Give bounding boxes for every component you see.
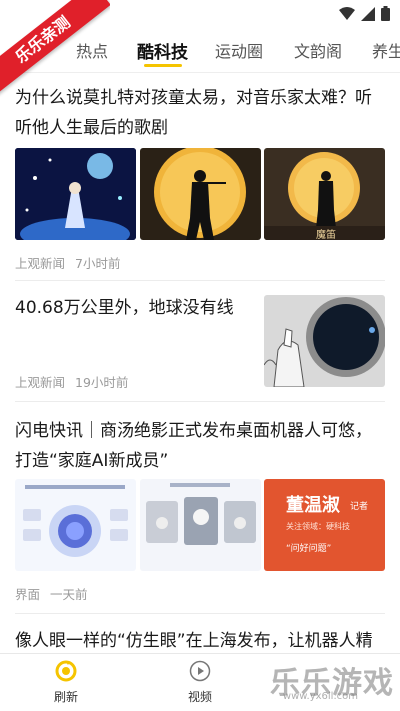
article-source: 界面 [15,587,41,602]
article-time: 19小时前 [75,375,129,390]
site-watermark-url: www.yx6ll.com [282,691,358,702]
nav-refresh[interactable]: 刷新 [36,660,96,705]
article-card[interactable]: 像人眼一样的“仿生眼”在上海发布，让机器人精 [15,626,385,653]
tab-cool-tech[interactable]: 酷科技 [137,38,188,63]
article-divider [15,280,385,281]
article-title[interactable]: 40.68万公里外，地球没有线 [15,293,255,323]
reporter-name: 董温淑 [286,495,340,516]
article-meta: 上观新闻 19小时前 [15,372,128,391]
tab-sports[interactable]: 运动圈 [215,38,263,62]
astronaut-helmet-image[interactable] [264,295,385,387]
robot-photos-image[interactable] [140,479,261,571]
article-card[interactable]: 为什么说莫扎特对孩童太易，对音乐家太难？听听他人生最后的歌剧 [15,83,385,143]
article-divider [15,613,385,614]
status-bar [0,0,400,28]
signal-icon [361,6,375,21]
category-tabs: 热点 酷科技 运动圈 文韵阁 养生 [0,28,400,72]
battery-icon [381,6,390,21]
reporter-card-image[interactable]: 董温淑 记者 关注领域：硬科技 “问好问题” [264,479,385,571]
magic-flute-poster-image[interactable]: 魔笛 [264,148,385,240]
tab-health[interactable]: 养生 [372,38,400,62]
article-divider [15,401,385,402]
article-source: 上观新闻 [15,256,66,271]
reporter-button: “问好问题” [286,544,332,554]
play-icon [189,660,211,682]
article-time: 7小时前 [75,256,121,271]
reporter-field: 关注领域：硬科技 [286,522,350,531]
opera-stage-image[interactable] [15,148,136,240]
flute-player-moon-image[interactable] [140,148,261,240]
news-feed[interactable]: 为什么说莫扎特对孩童太易，对音乐家太难？听听他人生最后的歌剧 魔笛 上观新闻 7… [0,73,400,653]
robot-diagram-image[interactable] [15,479,136,571]
article-title[interactable]: 闪电快讯｜商汤绝影正式发布桌面机器人可悠，打造“家庭AI新成员” [15,416,385,476]
status-icons [339,6,390,21]
nav-video-label: 视频 [187,690,212,704]
refresh-icon [55,660,77,682]
nav-video[interactable]: 视频 [170,660,230,705]
wifi-icon [339,6,355,20]
article-card[interactable]: 40.68万公里外，地球没有线 [15,293,255,323]
article-meta: 上观新闻 7小时前 [15,253,120,272]
active-tab-indicator [144,64,182,67]
tab-culture[interactable]: 文韵阁 [294,38,342,62]
article-time: 一天前 [50,587,88,602]
reporter-role: 记者 [350,502,369,512]
article-meta: 界面 一天前 [15,584,88,603]
article-title[interactable]: 为什么说莫扎特对孩童太易，对音乐家太难？听听他人生最后的歌剧 [15,83,385,143]
image-caption: 魔笛 [316,230,336,240]
article-source: 上观新闻 [15,375,66,390]
article-title[interactable]: 像人眼一样的“仿生眼”在上海发布，让机器人精 [15,626,385,653]
article-card[interactable]: 闪电快讯｜商汤绝影正式发布桌面机器人可悠，打造“家庭AI新成员” [15,416,385,476]
nav-refresh-label: 刷新 [53,690,78,704]
tab-hot[interactable]: 热点 [76,38,108,62]
